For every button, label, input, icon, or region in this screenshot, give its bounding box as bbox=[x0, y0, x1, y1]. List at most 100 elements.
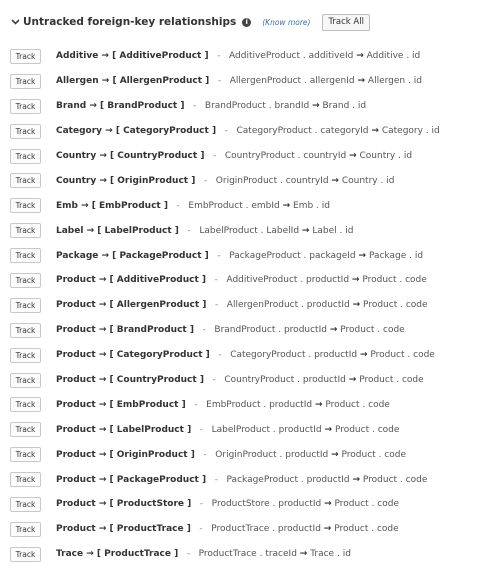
relationship-row: Track Product → [ EmbProduct ] - EmbProdu… bbox=[0, 392, 480, 417]
relationship-row: Track Product → [ BrandProduct ] - BrandP… bbox=[0, 318, 480, 343]
ref-column: id bbox=[431, 126, 440, 137]
relationship-row: Track Country → [ OriginProduct ] - Origi… bbox=[0, 168, 480, 193]
ref-table: Product bbox=[359, 375, 394, 386]
track-button[interactable]: Track bbox=[10, 73, 41, 89]
join-column: embId bbox=[251, 200, 280, 211]
track-button[interactable]: Track bbox=[10, 223, 41, 239]
ref-table: Product bbox=[362, 474, 398, 485]
source-table: Country bbox=[56, 151, 97, 161]
track-button[interactable]: Track bbox=[10, 472, 41, 488]
relationship-row: Track Category → [ CategoryProduct ] - Ca… bbox=[0, 119, 480, 144]
separator-dash: - bbox=[178, 549, 199, 560]
target-table: AdditiveProduct bbox=[116, 275, 199, 286]
join-column: productId bbox=[306, 275, 350, 286]
separator-dash: - bbox=[190, 524, 212, 535]
ref-column: id bbox=[357, 101, 367, 112]
track-button[interactable]: Track bbox=[10, 272, 41, 288]
ref-column: code bbox=[401, 375, 424, 386]
source-table: Product bbox=[56, 474, 96, 485]
track-button[interactable]: Track bbox=[10, 248, 41, 264]
relationship-row: Track Product → [ AllergenProduct ] - All… bbox=[0, 293, 480, 318]
relationship-name: Additive → [ AdditiveProduct ] bbox=[56, 51, 209, 62]
ref-table: Brand bbox=[322, 101, 350, 112]
relationship-row: Track Brand → [ BrandProduct ] - BrandPro… bbox=[0, 94, 480, 119]
join-table: OriginProduct bbox=[215, 175, 278, 186]
track-button[interactable]: Track bbox=[10, 372, 41, 388]
track-button[interactable]: Track bbox=[10, 496, 41, 512]
separator-dash: - bbox=[194, 449, 216, 460]
track-button[interactable]: Track bbox=[10, 347, 41, 363]
ref-table: Product bbox=[334, 524, 369, 535]
arrow-icon: → bbox=[331, 175, 339, 186]
track-button[interactable]: Track bbox=[10, 98, 41, 114]
track-button[interactable]: Track bbox=[10, 397, 41, 413]
target-table: CountryProduct bbox=[117, 151, 198, 161]
chevron-down-icon[interactable] bbox=[9, 19, 21, 25]
ref-table: Package bbox=[368, 250, 407, 261]
relationship-row: Track Additive → [ AdditiveProduct ] - Ad… bbox=[0, 44, 480, 69]
target-table: AllergenProduct bbox=[119, 76, 203, 87]
track-button[interactable]: Track bbox=[10, 422, 41, 438]
track-button[interactable]: Track bbox=[10, 297, 41, 313]
track-button[interactable]: Track bbox=[10, 148, 41, 164]
join-table: CountryProduct bbox=[224, 375, 295, 386]
ref-column: code bbox=[405, 300, 428, 311]
source-table: Trace bbox=[56, 549, 84, 560]
join-table: AdditiveProduct bbox=[229, 51, 301, 62]
relationship-mapping: CountryProduct . countryId → Country . i… bbox=[224, 151, 413, 161]
join-table: ProductStore bbox=[211, 499, 270, 510]
track-button[interactable]: Track bbox=[10, 173, 41, 189]
arrow-icon: → bbox=[314, 399, 323, 410]
join-table: BrandProduct bbox=[214, 325, 276, 336]
ref-table: Product bbox=[370, 350, 405, 361]
source-table: Product bbox=[56, 449, 96, 460]
relationship-mapping: LabelProduct . LabelId → Label . id bbox=[199, 225, 354, 236]
relationship-mapping: OriginProduct . productId → Product . co… bbox=[215, 449, 407, 460]
join-column: productId bbox=[278, 424, 322, 435]
join-column: productId bbox=[269, 399, 313, 410]
join-column: brandId bbox=[274, 101, 310, 112]
source-table: Product bbox=[56, 499, 96, 510]
track-button[interactable]: Track bbox=[10, 322, 41, 338]
relationship-name: Product → [ EmbProduct ] bbox=[56, 399, 186, 410]
join-table: EmbProduct bbox=[206, 399, 261, 410]
separator-dash: - bbox=[216, 126, 237, 137]
source-table: Product bbox=[56, 350, 96, 361]
track-button[interactable]: Track bbox=[10, 48, 41, 64]
join-column: productId bbox=[302, 375, 346, 386]
ref-table: Country bbox=[359, 151, 396, 161]
source-table: Product bbox=[56, 375, 96, 386]
separator-dash: - bbox=[206, 300, 227, 311]
section-header: Untracked foreign-key relationships i (K… bbox=[0, 10, 480, 34]
relationship-mapping: AdditiveProduct . productId → Product . … bbox=[226, 275, 427, 286]
relationship-row: Track Label → [ LabelProduct ] - LabelPro… bbox=[0, 218, 480, 243]
info-icon: i bbox=[242, 17, 252, 27]
untracked-fk-panel: Untracked foreign-key relationships i (K… bbox=[0, 0, 480, 565]
ref-column: id bbox=[413, 76, 422, 87]
separator-dash: - bbox=[209, 350, 231, 361]
track-button[interactable]: Track bbox=[10, 447, 41, 463]
source-table: Emb bbox=[56, 200, 78, 211]
ref-column: id bbox=[345, 225, 354, 236]
arrow-icon: → bbox=[352, 300, 361, 311]
track-button[interactable]: Track bbox=[10, 546, 41, 562]
source-table: Product bbox=[56, 325, 96, 336]
relationship-mapping: CategoryProduct . productId → Product . … bbox=[230, 350, 435, 361]
relationship-name: Label → [ LabelProduct ] bbox=[56, 225, 179, 236]
track-button[interactable]: Track bbox=[10, 521, 41, 537]
relationship-mapping: EmbProduct . embId → Emb . id bbox=[188, 200, 330, 211]
relationship-row: Track Country → [ CountryProduct ] - Coun… bbox=[0, 144, 480, 169]
join-table: BrandProduct bbox=[204, 101, 266, 112]
track-all-button[interactable]: Track All bbox=[322, 13, 370, 31]
separator-dash: - bbox=[209, 76, 230, 87]
know-more-link[interactable]: (Know more) bbox=[262, 18, 310, 27]
relationship-row: Track Product → [ ProductStore ] - Produc… bbox=[0, 492, 480, 517]
track-button[interactable]: Track bbox=[10, 123, 41, 139]
track-button[interactable]: Track bbox=[10, 198, 41, 214]
relationship-mapping: ProductTrace . traceId → Trace . id bbox=[198, 549, 351, 560]
separator-dash: - bbox=[191, 424, 212, 435]
source-table: Package bbox=[56, 250, 99, 261]
relationship-mapping: AllergenProduct . allergenId → Allergen … bbox=[229, 76, 422, 87]
source-table: Country bbox=[56, 175, 97, 186]
ref-column: id bbox=[403, 151, 413, 161]
